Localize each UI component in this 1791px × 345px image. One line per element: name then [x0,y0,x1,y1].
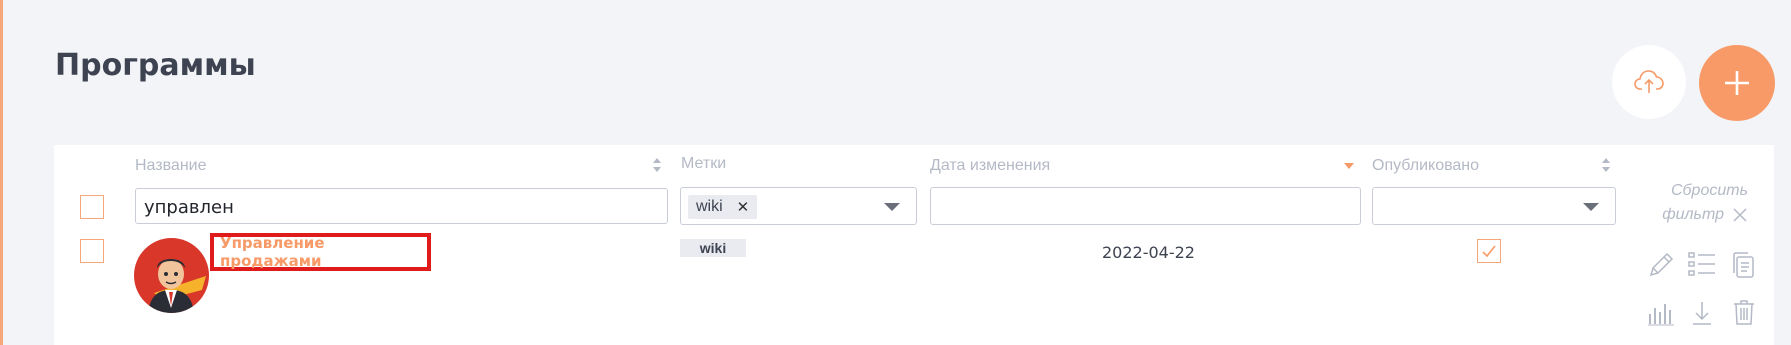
pencil-icon[interactable] [1647,251,1675,279]
upload-button[interactable] [1612,45,1686,119]
name-filter-input[interactable]: управлен [135,188,668,224]
row-tag-badge: wiki [680,239,746,257]
column-header-name[interactable]: Название [135,157,207,175]
close-icon [1733,208,1747,222]
download-icon[interactable] [1691,300,1713,326]
reset-filter-line1: Сбросить [1671,182,1748,199]
list-icon[interactable] [1688,251,1716,277]
modified-date-filter-input[interactable] [930,187,1361,225]
checkmark-icon [1482,245,1496,258]
add-program-button[interactable] [1699,45,1775,121]
remove-tag-icon[interactable]: ✕ [737,198,750,216]
chevron-down-icon[interactable] [1583,203,1599,211]
tag-chip: wiki ✕ [688,195,758,219]
copy-icon[interactable] [1730,251,1756,279]
left-accent-bar [0,0,3,345]
tags-filter-select[interactable]: wiki ✕ [680,187,917,225]
select-all-checkbox[interactable] [80,195,104,219]
page-title: Программы [55,48,256,83]
row-modified-date: 2022-04-22 [1102,243,1195,262]
column-header-tags: Метки [681,155,727,172]
sort-icon[interactable] [652,157,662,173]
bar-chart-icon[interactable] [1647,302,1675,326]
published-filter-select[interactable] [1372,187,1616,225]
row-checkbox[interactable] [80,239,104,263]
program-avatar [134,238,209,313]
published-checkbox[interactable] [1477,239,1501,263]
column-header-modified[interactable]: Дата изменения [930,157,1050,175]
plus-icon [1725,71,1749,95]
chevron-down-icon[interactable] [884,203,900,211]
column-header-published[interactable]: Опубликовано [1372,157,1479,175]
cloud-upload-icon [1634,70,1664,93]
sort-desc-icon[interactable] [1343,162,1355,170]
sort-icon[interactable] [1601,157,1611,173]
tag-chip-label: wiki [696,198,723,215]
reset-filter-button[interactable]: Сбросить фильтр [1638,179,1748,227]
program-name-link[interactable]: Управление продажами [210,233,431,271]
trash-icon[interactable] [1732,298,1756,326]
reset-filter-line2: фильтр [1662,206,1724,223]
programs-table: Название Метки Дата изменения Опубликова… [54,145,1774,345]
